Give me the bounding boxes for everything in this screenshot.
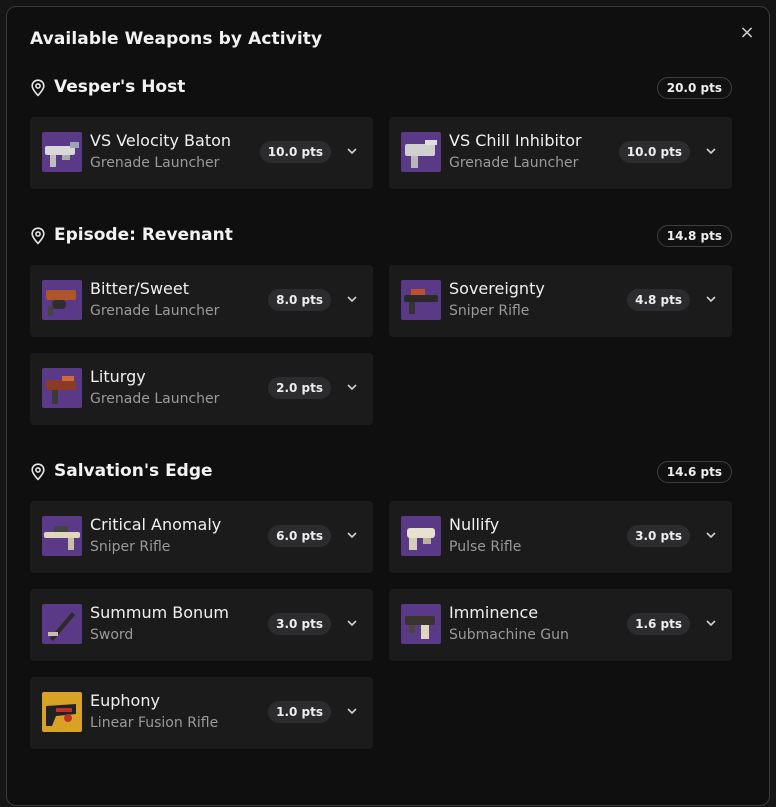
weapon-type: Grenade Launcher: [90, 303, 220, 319]
close-button[interactable]: ×: [736, 21, 758, 43]
weapon-card-euphony[interactable]: Euphony Linear Fusion Rifle 1.0 pts: [30, 677, 373, 749]
weapon-points-badge: 3.0 pts: [268, 613, 331, 635]
section-header-episode-revenant: Episode: Revenant 14.8 pts: [30, 225, 732, 249]
dialog-title: Available Weapons by Activity: [30, 29, 323, 49]
weapon-card-summum-bonum[interactable]: Summum Bonum Sword 3.0 pts: [30, 589, 373, 661]
weapon-name: Sovereignty: [449, 279, 545, 298]
weapon-points-badge: 4.8 pts: [627, 289, 690, 311]
weapon-type: Linear Fusion Rifle: [90, 715, 219, 731]
weapon-type: Submachine Gun: [449, 627, 569, 643]
chevron-down-icon[interactable]: [704, 528, 718, 542]
weapon-name: Euphony: [90, 691, 160, 710]
weapon-thumbnail: [401, 516, 441, 556]
weapon-name: Nullify: [449, 515, 500, 534]
weapon-name: Critical Anomaly: [90, 515, 222, 534]
weapon-card-imminence[interactable]: Imminence Submachine Gun 1.6 pts: [389, 589, 732, 661]
weapon-name: Summum Bonum: [90, 603, 229, 622]
weapon-type: Grenade Launcher: [90, 391, 220, 407]
section-total-badge: 20.0 pts: [656, 77, 732, 99]
weapon-thumbnail: [42, 368, 82, 408]
weapon-card-bitter-sweet[interactable]: Bitter/Sweet Grenade Launcher 8.0 pts: [30, 265, 373, 337]
weapon-points-badge: 2.0 pts: [268, 377, 331, 399]
weapon-card-critical-anomaly[interactable]: Critical Anomaly Sniper Rifle 6.0 pts: [30, 501, 373, 573]
weapon-points-badge: 10.0 pts: [259, 141, 331, 163]
section-title: Episode: Revenant: [54, 225, 233, 245]
weapon-thumbnail: [42, 692, 82, 732]
weapon-name: VS Chill Inhibitor: [449, 131, 582, 150]
weapon-thumbnail: [42, 132, 82, 172]
chevron-down-icon[interactable]: [345, 380, 359, 394]
weapon-name: Imminence: [449, 603, 539, 622]
weapon-thumbnail: [401, 604, 441, 644]
weapon-name: Liturgy: [90, 367, 146, 386]
section-header-salvations-edge: Salvation's Edge 14.6 pts: [30, 461, 732, 485]
weapon-card-sovereignty[interactable]: Sovereignty Sniper Rifle 4.8 pts: [389, 265, 732, 337]
section-header-vespers-host: Vesper's Host 20.0 pts: [30, 77, 732, 101]
location-pin-icon: [31, 463, 45, 481]
weapon-type: Sniper Rifle: [90, 539, 171, 555]
weapon-thumbnail: [42, 516, 82, 556]
weapon-type: Pulse Rifle: [449, 539, 522, 555]
weapon-points-badge: 3.0 pts: [627, 525, 690, 547]
chevron-down-icon[interactable]: [345, 616, 359, 630]
weapon-points-badge: 1.0 pts: [268, 701, 331, 723]
weapon-points-badge: 1.6 pts: [627, 613, 690, 635]
weapon-card-nullify[interactable]: Nullify Pulse Rifle 3.0 pts: [389, 501, 732, 573]
section-title: Salvation's Edge: [54, 461, 213, 481]
weapon-name: VS Velocity Baton: [90, 131, 232, 150]
weapon-type: Grenade Launcher: [90, 155, 220, 171]
weapon-thumbnail: [401, 280, 441, 320]
weapon-card-liturgy[interactable]: Liturgy Grenade Launcher 2.0 pts: [30, 353, 373, 425]
chevron-down-icon[interactable]: [345, 292, 359, 306]
weapon-name: Bitter/Sweet: [90, 279, 189, 298]
section-total-badge: 14.8 pts: [656, 225, 732, 247]
chevron-down-icon[interactable]: [345, 528, 359, 542]
weapon-thumbnail: [401, 132, 441, 172]
weapon-type: Grenade Launcher: [449, 155, 579, 171]
weapon-thumbnail: [42, 280, 82, 320]
weapon-points-badge: 8.0 pts: [268, 289, 331, 311]
chevron-down-icon[interactable]: [704, 144, 718, 158]
chevron-down-icon[interactable]: [345, 144, 359, 158]
location-pin-icon: [31, 227, 45, 245]
close-icon[interactable]: ×: [739, 22, 754, 43]
weapons-dialog: Available Weapons by Activity × Vesper's…: [6, 6, 770, 806]
weapon-points-badge: 10.0 pts: [618, 141, 690, 163]
weapon-points-badge: 6.0 pts: [268, 525, 331, 547]
section-total-badge: 14.6 pts: [656, 461, 732, 483]
weapon-card-vs-chill-inhibitor[interactable]: VS Chill Inhibitor Grenade Launcher 10.0…: [389, 117, 732, 189]
weapon-type: Sniper Rifle: [449, 303, 530, 319]
section-title: Vesper's Host: [54, 77, 186, 97]
weapon-thumbnail: [42, 604, 82, 644]
chevron-down-icon[interactable]: [704, 292, 718, 306]
chevron-down-icon[interactable]: [345, 704, 359, 718]
weapon-type: Sword: [90, 627, 134, 643]
location-pin-icon: [31, 79, 45, 97]
weapon-card-vs-velocity-baton[interactable]: VS Velocity Baton Grenade Launcher 10.0 …: [30, 117, 373, 189]
chevron-down-icon[interactable]: [704, 616, 718, 630]
